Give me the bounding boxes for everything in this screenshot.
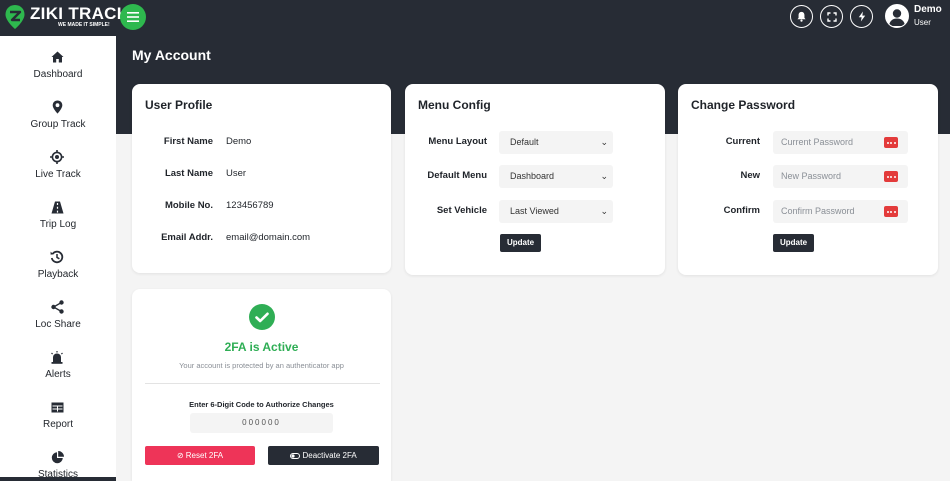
check-circle-icon — [249, 304, 275, 330]
sidebar-item-group-track[interactable]: Group Track — [0, 100, 116, 146]
chevron-down-icon: ⌄ — [600, 137, 608, 147]
toggle-off-icon — [290, 451, 302, 460]
user-role: User — [914, 18, 931, 27]
confirm-password-placeholder: Confirm Password — [781, 206, 855, 216]
map-pin-icon — [50, 100, 64, 114]
confirm-password-field[interactable]: Confirm Password — [773, 200, 908, 223]
sidebar-item-label: Trip Log — [39, 219, 77, 230]
sidebar-item-label: Playback — [37, 269, 79, 280]
confirm-password-label: Confirm — [723, 205, 760, 216]
default-menu-label: Default Menu — [427, 170, 487, 181]
sidebar-item-live-track[interactable]: Live Track — [0, 150, 116, 196]
change-password-title: Change Password — [691, 98, 796, 112]
first-name-label: First Name — [163, 136, 213, 147]
last-name-label: Last Name — [164, 168, 213, 179]
first-name-value: Demo — [226, 136, 252, 147]
top-bar: ZIKI TRACK WE MADE IT SIMPLE! Demo User — [0, 0, 950, 36]
sidebar-item-label: Group Track — [30, 119, 86, 130]
table-icon — [50, 400, 64, 414]
quick-actions-button[interactable] — [850, 5, 873, 28]
brand-logo[interactable]: ZIKI TRACK WE MADE IT SIMPLE! — [4, 4, 129, 30]
menu-config-update-button[interactable]: Update — [500, 234, 541, 252]
twofa-code-input[interactable]: 000000 — [190, 413, 333, 433]
brand-name: ZIKI TRACK — [30, 4, 130, 23]
hamburger-icon — [127, 12, 139, 22]
set-vehicle-select[interactable]: Last Viewed ⌄ — [499, 200, 613, 223]
default-menu-value: Dashboard — [510, 171, 555, 181]
sidebar-item-label: Live Track — [35, 169, 81, 180]
ban-icon: ⊘ — [176, 451, 184, 460]
alarm-icon — [50, 350, 64, 364]
sidebar-item-trip-log[interactable]: Trip Log — [0, 200, 116, 246]
mobile-label: Mobile No. — [164, 200, 213, 211]
sidebar-item-report[interactable]: Report — [0, 400, 116, 446]
page-title: My Account — [132, 47, 211, 63]
menu-toggle-button[interactable] — [120, 4, 146, 30]
bolt-icon — [858, 11, 865, 22]
new-password-label: New — [740, 170, 760, 181]
sidebar-item-dashboard[interactable]: Dashboard — [0, 50, 116, 96]
sidebar: Dashboard Group Track Live Track Trip Lo… — [0, 36, 116, 481]
sidebar-item-label: Loc Share — [35, 319, 81, 330]
chevron-down-icon: ⌄ — [600, 171, 608, 181]
brand-tagline: WE MADE IT SIMPLE! — [58, 22, 110, 28]
twofa-description: Your account is protected by an authenti… — [179, 361, 344, 370]
bell-icon — [797, 11, 806, 22]
last-name-value: User — [226, 168, 247, 179]
deactivate-2fa-button[interactable]: Deactivate 2FA — [268, 446, 379, 465]
default-menu-select[interactable]: Dashboard ⌄ — [499, 165, 613, 188]
password-toggle-icon[interactable] — [884, 137, 898, 148]
new-password-placeholder: New Password — [781, 171, 842, 181]
sidebar-item-alerts[interactable]: Alerts — [0, 350, 116, 396]
user-avatar-icon — [886, 5, 908, 27]
user-name[interactable]: Demo — [914, 4, 942, 16]
reset-2fa-button[interactable]: ⊘ Reset 2FA — [145, 446, 255, 465]
twofa-status: 2FA is Active — [224, 340, 299, 354]
mobile-value: 123456789 — [226, 200, 274, 211]
twofa-code-label: Enter 6-Digit Code to Authorize Changes — [189, 400, 334, 409]
sidebar-item-label: Report — [42, 419, 73, 430]
sidebar-item-playback[interactable]: Playback — [0, 250, 116, 296]
home-icon — [50, 50, 64, 64]
deactivate-2fa-label: Deactivate 2FA — [302, 451, 357, 460]
fullscreen-button[interactable] — [820, 5, 843, 28]
email-value: email@domain.com — [226, 232, 311, 243]
user-profile-title: User Profile — [145, 98, 213, 112]
crosshair-icon — [50, 150, 64, 164]
sidebar-item-loc-share[interactable]: Loc Share — [0, 300, 116, 346]
current-password-placeholder: Current Password — [781, 137, 854, 147]
chevron-down-icon: ⌄ — [600, 206, 608, 216]
email-label: Email Addr. — [161, 232, 213, 243]
current-password-label: Current — [725, 136, 760, 147]
sidebar-bottom-bar — [0, 477, 116, 481]
new-password-field[interactable]: New Password — [773, 165, 908, 188]
user-avatar[interactable] — [885, 4, 909, 28]
menu-layout-select[interactable]: Default ⌄ — [499, 131, 613, 154]
history-icon — [50, 250, 64, 264]
menu-config-title: Menu Config — [418, 98, 491, 112]
road-icon — [50, 200, 64, 214]
set-vehicle-label: Set Vehicle — [436, 205, 487, 216]
menu-layout-value: Default — [510, 137, 539, 147]
change-password-update-button[interactable]: Update — [773, 234, 814, 252]
pie-chart-icon — [50, 450, 64, 464]
fullscreen-icon — [826, 11, 837, 22]
divider — [145, 383, 380, 384]
password-toggle-icon[interactable] — [884, 206, 898, 217]
sidebar-item-label: Alerts — [45, 369, 71, 380]
menu-layout-label: Menu Layout — [428, 136, 487, 147]
share-icon — [50, 300, 64, 314]
sidebar-item-label: Dashboard — [33, 69, 83, 80]
logo-pin-icon — [5, 5, 25, 29]
reset-2fa-label: Reset 2FA — [185, 451, 224, 460]
notifications-button[interactable] — [790, 5, 813, 28]
set-vehicle-value: Last Viewed — [510, 206, 559, 216]
password-toggle-icon[interactable] — [884, 171, 898, 182]
current-password-field[interactable]: Current Password — [773, 131, 908, 154]
